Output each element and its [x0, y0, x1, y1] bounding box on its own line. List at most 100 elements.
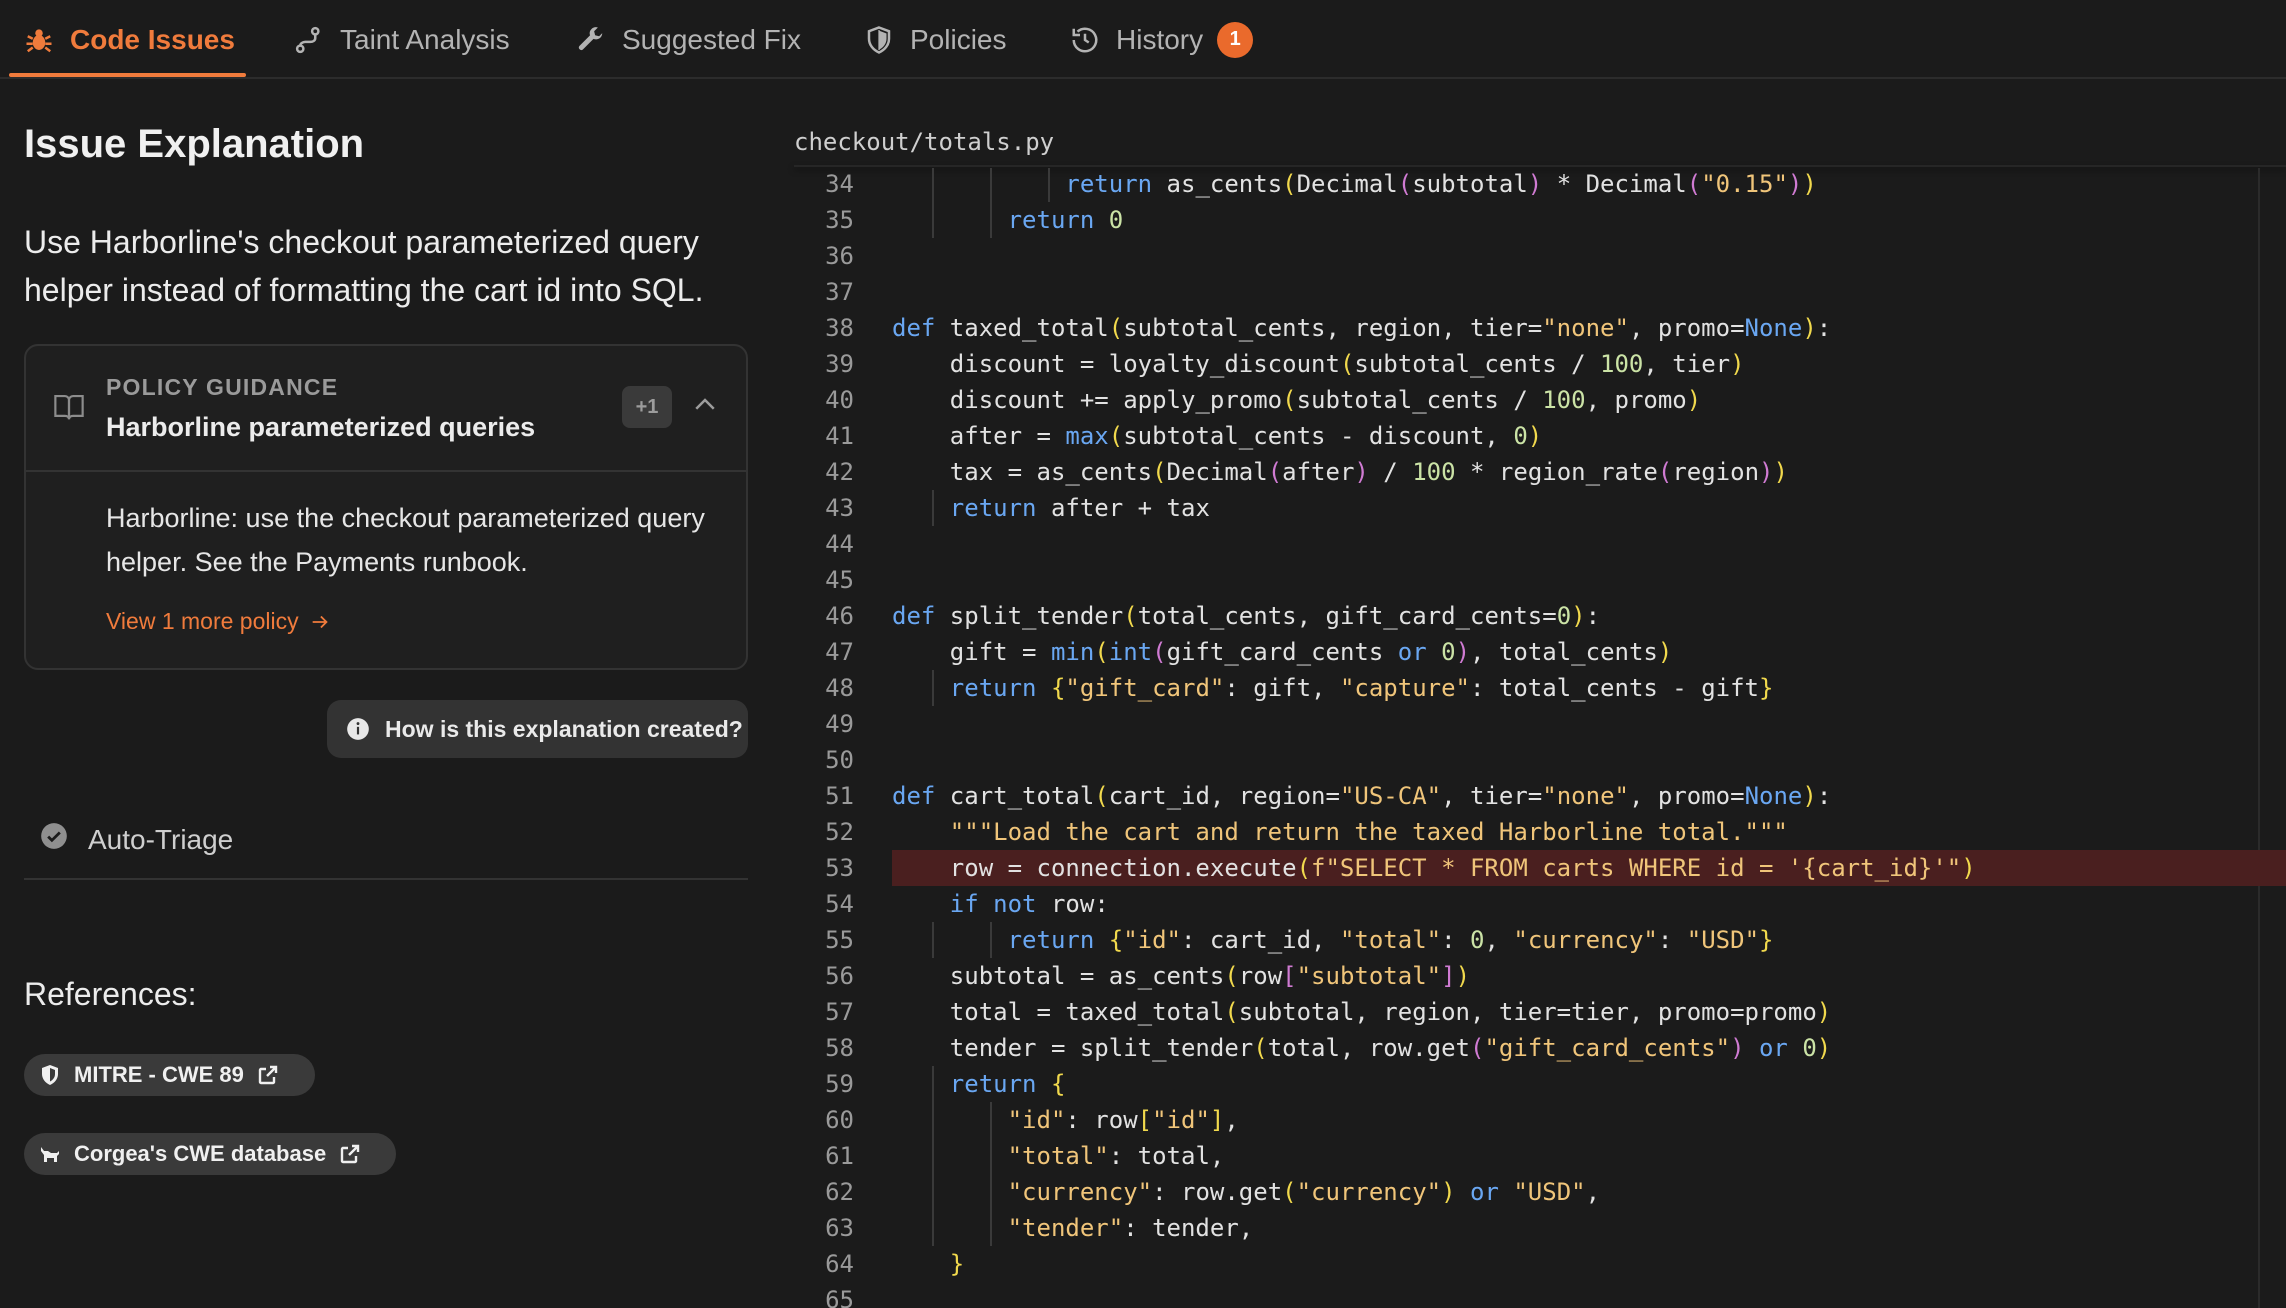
- line-number: 56: [825, 962, 854, 990]
- code-text: return after + tax: [949, 494, 1210, 522]
- code-text: }: [949, 1250, 965, 1278]
- code-text: total = taxed_total(subtotal, region, ti…: [892, 998, 1832, 1026]
- code-text: "currency": row.get("currency") or "USD"…: [1007, 1178, 1601, 1206]
- line-number: 36: [825, 242, 854, 270]
- line-number: 59: [825, 1070, 854, 1098]
- external-link-icon: [341, 1144, 360, 1164]
- indent-guide: [932, 670, 934, 706]
- references-title: References:: [24, 976, 197, 1012]
- indent-guide: [989, 168, 992, 202]
- tab-policies[interactable]: Policies: [864, 0, 1006, 79]
- code-line: total = taxed_total(subtotal, region, ti…: [892, 994, 2286, 1030]
- line-number: 54: [825, 890, 854, 918]
- indent-guide: [932, 202, 934, 238]
- code-viewer[interactable]: 34 return as_cents(Decimal(subtotal) * D…: [794, 168, 2286, 1308]
- code-line: discount += apply_promo(subtotal_cents /…: [892, 382, 2286, 418]
- indent-guide: [932, 1210, 934, 1246]
- line-number: 42: [825, 458, 854, 486]
- line-number: 48: [825, 674, 854, 702]
- code-row: 64 }: [794, 1246, 2286, 1282]
- line-number: 46: [825, 602, 854, 630]
- reference-label: Corgea's CWE database: [74, 1141, 327, 1166]
- code-text: discount = loyalty_discount(subtotal_cen…: [892, 350, 1745, 378]
- code-text: def split_tender(total_cents, gift_card_…: [892, 602, 1601, 630]
- line-number: 60: [825, 1106, 854, 1134]
- code-text: def taxed_total(subtotal_cents, region, …: [892, 314, 1832, 342]
- line-number: 51: [825, 782, 854, 810]
- code-text: """Load the cart and return the taxed Ha…: [949, 818, 1788, 846]
- code-line: def split_tender(total_cents, gift_card_…: [892, 598, 2286, 634]
- auto-triage-section[interactable]: Auto-Triage: [24, 812, 748, 880]
- indent-guide: [989, 1210, 992, 1246]
- code-row: 50: [794, 742, 2286, 778]
- indent-guide: [989, 1102, 992, 1138]
- indent-guide: [932, 1138, 934, 1174]
- policy-card-header[interactable]: POLICY GUIDANCE Harborline parameterized…: [26, 346, 746, 472]
- code-row: 58 tender = split_tender(total, row.get(…: [794, 1030, 2286, 1066]
- explanation-info-button[interactable]: How is this explanation created?: [327, 700, 748, 758]
- code-line: "currency": row.get("currency") or "USD"…: [892, 1174, 2286, 1210]
- code-row: 65: [794, 1282, 2286, 1308]
- tab-label: Code Issues: [70, 23, 235, 55]
- tab-label: History: [1116, 23, 1204, 55]
- code-line: return 0: [892, 202, 2286, 238]
- code-line: discount = loyalty_discount(subtotal_cen…: [892, 346, 2286, 382]
- line-number: 64: [825, 1250, 854, 1278]
- line-number: 41: [825, 422, 854, 450]
- code-header-divider: [794, 165, 2286, 167]
- arrow-right-icon: [312, 615, 328, 628]
- code-line: if not row:: [892, 886, 2286, 922]
- line-number: 49: [825, 710, 854, 738]
- tab-taint-analysis[interactable]: Taint Analysis: [294, 0, 510, 79]
- code-row: 54 if not row:: [794, 886, 2286, 922]
- code-row: 56 subtotal = as_cents(row["subtotal"]): [794, 958, 2286, 994]
- explanation-info-label: How is this explanation created?: [385, 715, 743, 742]
- code-row: 63 "tender": tender,: [794, 1210, 2286, 1246]
- line-number: 62: [825, 1178, 854, 1206]
- code-line: return after + tax: [892, 490, 2286, 526]
- line-number: 65: [825, 1286, 854, 1308]
- code-text: "tender": tender,: [1007, 1214, 1254, 1242]
- code-row: 49: [794, 706, 2286, 742]
- code-row: 43 return after + tax: [794, 490, 2286, 526]
- code-row: 59 return {: [794, 1066, 2286, 1102]
- code-text: tax = as_cents(Decimal(after) / 100 * re…: [892, 458, 1788, 486]
- code-line: return {"id": cart_id, "total": 0, "curr…: [892, 922, 2286, 958]
- line-number: 55: [825, 926, 854, 954]
- reference-mitre-cwe-89[interactable]: MITRE - CWE 89: [24, 1054, 315, 1096]
- view-more-policy-link[interactable]: View 1 more policy: [106, 608, 331, 635]
- bug-icon: [26, 28, 52, 52]
- code-text: return 0: [1007, 206, 1124, 234]
- code-row: 39 discount = loyalty_discount(subtotal_…: [794, 346, 2286, 382]
- code-row: 44: [794, 526, 2286, 562]
- line-number: 44: [825, 530, 854, 558]
- line-number: 37: [825, 278, 854, 306]
- code-text: "id": row["id"],: [1007, 1106, 1239, 1134]
- code-row: 60 "id": row["id"],: [794, 1102, 2286, 1138]
- code-row: 55 return {"id": cart_id, "total": 0, "c…: [794, 922, 2286, 958]
- line-number: 63: [825, 1214, 854, 1242]
- taint-flow-icon: [295, 26, 320, 53]
- shield-icon: [867, 25, 891, 54]
- line-number: 58: [825, 1034, 854, 1062]
- code-row: 34 return as_cents(Decimal(subtotal) * D…: [794, 168, 2286, 202]
- view-more-policy-label: View 1 more policy: [106, 608, 299, 634]
- tab-suggested-fix[interactable]: Suggested Fix: [576, 0, 801, 79]
- policy-name: Harborline parameterized queries: [106, 412, 536, 442]
- code-text: def cart_total(cart_id, region="US-CA", …: [892, 782, 1832, 810]
- tab-code-issues[interactable]: Code Issues: [24, 0, 235, 79]
- chevron-up-icon[interactable]: [690, 390, 720, 420]
- indent-guide: [932, 1066, 934, 1102]
- line-number: 35: [825, 206, 854, 234]
- tab-history[interactable]: History 1: [1070, 0, 1254, 79]
- reference-corgea-cwe-database[interactable]: Corgea's CWE database: [24, 1133, 396, 1175]
- code-line: return as_cents(Decimal(subtotal) * Deci…: [892, 168, 2286, 202]
- code-text: subtotal = as_cents(row["subtotal"]): [892, 962, 1471, 990]
- code-text: return {"id": cart_id, "total": 0, "curr…: [1007, 926, 1774, 954]
- code-line: "tender": tender,: [892, 1210, 2286, 1246]
- shield-icon: [42, 1065, 58, 1085]
- code-row: 61 "total": total,: [794, 1138, 2286, 1174]
- indent-guide: [932, 1102, 934, 1138]
